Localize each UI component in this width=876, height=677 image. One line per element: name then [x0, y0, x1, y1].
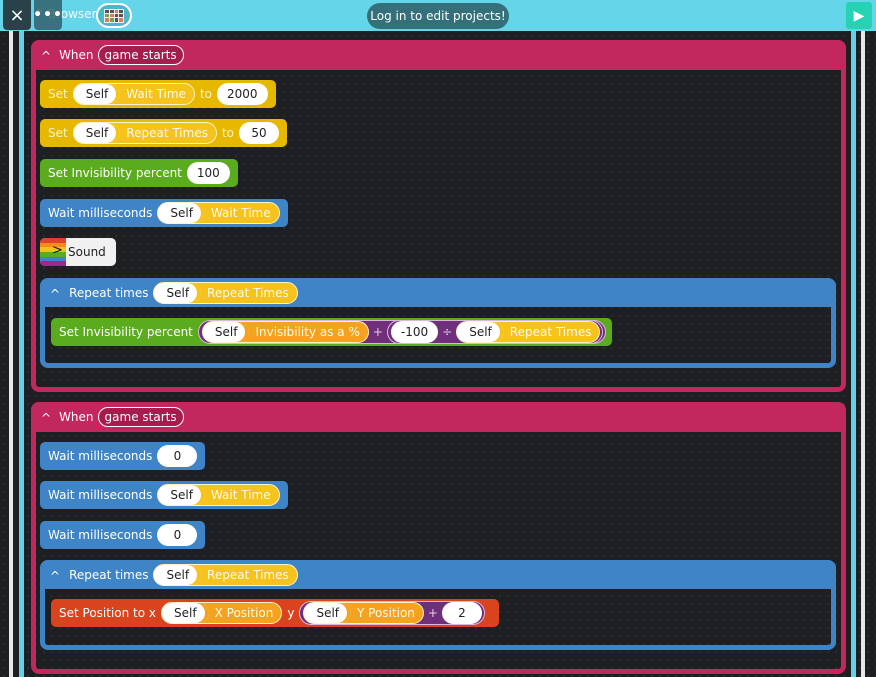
- block-label: Set Invisibility percent: [48, 166, 182, 180]
- right-rail-white: [861, 28, 865, 677]
- set-invisibility-block[interactable]: Set Invisibility percent 100: [40, 159, 238, 187]
- more-button[interactable]: •••: [33, 0, 63, 30]
- collapse-chevron-icon[interactable]: ^: [50, 569, 60, 583]
- wait-block[interactable]: Wait milliseconds Self Wait Time: [40, 199, 288, 227]
- plus-symbol: +: [427, 606, 438, 620]
- block-label: Wait milliseconds: [48, 488, 153, 502]
- block-label: Wait milliseconds: [48, 206, 153, 220]
- variable-name: Wait Time: [210, 206, 271, 220]
- plus-symbol: +: [372, 325, 383, 339]
- set-invisibility-block[interactable]: Set Invisibility percent Self Invisibili…: [51, 318, 613, 346]
- variable-name: Repeat Times: [509, 325, 592, 339]
- object-self[interactable]: Self: [162, 603, 209, 623]
- variable-name: Wait Time: [126, 87, 186, 101]
- left-rail-cyan: [19, 28, 24, 677]
- value-input[interactable]: 2000: [217, 83, 268, 105]
- wait-block[interactable]: Wait milliseconds 0: [40, 442, 206, 470]
- top-bar: × ••• ^ Browser Log in to edit projects!…: [0, 0, 876, 31]
- variable-name: Wait Time: [210, 488, 271, 502]
- set-position-block[interactable]: Set Position to x Self X Position y Self…: [51, 599, 499, 627]
- block-label: Repeat times: [69, 285, 149, 300]
- event-header[interactable]: ^ When game starts: [31, 402, 846, 432]
- close-button[interactable]: ×: [3, 0, 31, 30]
- variable-reporter[interactable]: Self Repeat Times: [153, 281, 298, 304]
- variable-reporter[interactable]: Self Repeat Times: [456, 321, 601, 343]
- variable-name: Repeat Times: [126, 126, 208, 140]
- value-input[interactable]: 0: [157, 445, 198, 467]
- more-icon: •••: [33, 7, 63, 23]
- browser-thumbnail[interactable]: [96, 3, 132, 28]
- variable-name: Y Position: [357, 606, 415, 620]
- block-label: Set: [48, 87, 68, 101]
- play-button[interactable]: ▶: [846, 2, 872, 29]
- variable-reporter[interactable]: Self Y Position: [303, 602, 424, 624]
- block-label: Set: [48, 126, 68, 140]
- to-label: to: [221, 126, 235, 140]
- variable-name: X Position: [214, 606, 274, 620]
- object-self[interactable]: Self: [73, 84, 121, 104]
- variable-reporter[interactable]: Self Repeat Times: [153, 563, 298, 586]
- variable-reporter[interactable]: Self Repeat Times: [72, 122, 217, 144]
- thumbnail-grid-icon: [104, 8, 124, 23]
- block-label: Wait milliseconds: [48, 449, 153, 463]
- variable-name: Repeat Times: [207, 285, 289, 300]
- close-icon: ×: [9, 4, 25, 26]
- value-input[interactable]: 0: [157, 524, 198, 546]
- left-rail-white: [9, 28, 13, 677]
- collapse-chevron-icon[interactable]: ^: [41, 411, 51, 425]
- variable-name: Repeat Times: [207, 567, 289, 582]
- wait-block[interactable]: Wait milliseconds Self Wait Time: [40, 481, 288, 509]
- variable-reporter[interactable]: Self Wait Time: [157, 484, 280, 506]
- object-self[interactable]: Self: [304, 603, 352, 623]
- value-input[interactable]: 2: [441, 602, 482, 624]
- add-operator[interactable]: Self Invisibility as a % + -100 ÷ Self R…: [197, 320, 607, 344]
- collapse-chevron-icon[interactable]: ^: [41, 49, 51, 63]
- collapse-chevron-icon[interactable]: ^: [50, 287, 60, 301]
- divide-symbol: ÷: [442, 325, 453, 339]
- variable-name: Invisibility as a %: [255, 325, 360, 339]
- block-label: Sound: [68, 245, 106, 259]
- wait-block[interactable]: Wait milliseconds 0: [40, 521, 206, 549]
- play-icon: ▶: [853, 7, 865, 24]
- block-label: Wait milliseconds: [48, 528, 153, 542]
- object-self[interactable]: Self: [158, 485, 205, 505]
- object-self[interactable]: Self: [158, 203, 205, 223]
- object-self[interactable]: Self: [154, 282, 202, 303]
- value-input[interactable]: 50: [239, 122, 280, 144]
- variable-reporter[interactable]: Self Wait Time: [157, 202, 280, 224]
- object-self[interactable]: Self: [73, 123, 121, 143]
- event-trigger[interactable]: game starts: [97, 45, 184, 65]
- login-prompt[interactable]: Log in to edit projects!: [367, 3, 509, 29]
- y-label: y: [287, 606, 295, 620]
- block-label: Set Position to x: [59, 606, 157, 620]
- sound-rainbow-icon: >: [40, 238, 66, 266]
- block-label: Set Invisibility percent: [59, 325, 193, 339]
- add-operator[interactable]: Self Y Position + 2: [299, 601, 485, 625]
- variable-reporter[interactable]: Self X Position: [161, 602, 283, 624]
- event-trigger[interactable]: game starts: [97, 407, 184, 427]
- sound-block[interactable]: > Sound: [40, 238, 116, 266]
- variable-reporter[interactable]: Self Wait Time: [72, 83, 195, 105]
- object-self[interactable]: Self: [202, 322, 250, 342]
- divide-operator[interactable]: -100 ÷ Self Repeat Times: [386, 320, 604, 344]
- right-rail-cyan: [851, 28, 856, 677]
- value-input[interactable]: 100: [186, 162, 230, 184]
- block-label: Repeat times: [69, 567, 149, 582]
- event-label: When: [59, 410, 94, 424]
- variable-reporter[interactable]: Self Invisibility as a %: [201, 321, 369, 343]
- value-input[interactable]: -100: [390, 321, 439, 343]
- set-variable-block[interactable]: Set Self Wait Time to 2000: [40, 80, 276, 108]
- object-self[interactable]: Self: [154, 564, 202, 585]
- event-label: When: [59, 48, 94, 62]
- object-self[interactable]: Self: [457, 322, 504, 342]
- event-header[interactable]: ^ When game starts: [31, 40, 846, 70]
- repeat-header[interactable]: ^ Repeat times Self Repeat Times: [40, 560, 836, 589]
- to-label: to: [199, 87, 212, 101]
- set-variable-block[interactable]: Set Self Repeat Times to 50: [40, 119, 288, 147]
- repeat-header[interactable]: ^ Repeat times Self Repeat Times: [40, 278, 836, 307]
